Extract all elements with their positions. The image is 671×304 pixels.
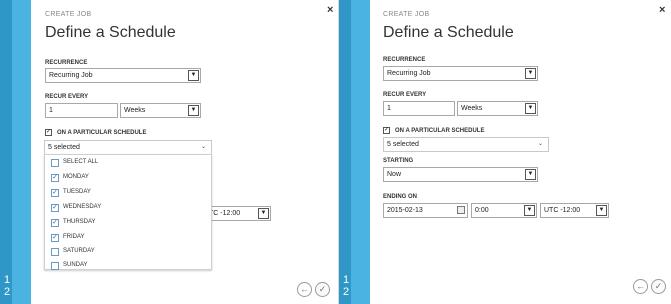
chevron-down-icon: ▼ (258, 208, 269, 219)
day-option-label: SATURDAY (63, 248, 95, 254)
back-arrow-icon[interactable]: ← (633, 279, 648, 294)
page-title: Define a Schedule (45, 24, 176, 41)
day-checkbox[interactable] (51, 262, 59, 270)
ending-timezone-select[interactable]: UTC -12:00 ▼ (540, 203, 609, 218)
step-sidebar-stripe (339, 0, 351, 304)
recur-every-value: 1 (49, 107, 53, 114)
chevron-down-icon: ▼ (188, 105, 199, 116)
starting-select[interactable]: Now ▼ (383, 167, 538, 182)
recurrence-value: Recurring Job (387, 70, 431, 77)
day-option-label: MONDAY (63, 174, 89, 180)
recur-every-input[interactable]: 1 (45, 103, 118, 118)
particular-schedule-checkbox[interactable]: ✓ (45, 129, 52, 136)
chevron-down-icon: ⌄ (200, 144, 206, 150)
recurrence-select[interactable]: Recurring Job ▼ (45, 68, 201, 83)
day-option-label: THURSDAY (63, 219, 96, 225)
recur-unit-select[interactable]: Weeks ▼ (457, 101, 538, 116)
ending-time-value: 0:00 (475, 207, 489, 214)
recurrence-value: Recurring Job (49, 72, 93, 79)
day-checkbox[interactable] (51, 248, 59, 256)
step-sidebar: 12 (0, 0, 31, 304)
close-icon[interactable]: × (327, 4, 333, 16)
wizard-panel-left: 12 × CREATE JOB Define a Schedule RECURR… (0, 0, 337, 304)
day-checkbox[interactable]: ✓ (51, 189, 59, 197)
checkmark-icon[interactable]: ✓ (315, 282, 330, 297)
day-option-label: SUNDAY (63, 262, 88, 268)
recur-every-label: RECUR EVERY (383, 92, 427, 98)
chevron-down-icon: ▼ (596, 205, 607, 216)
day-checkbox[interactable]: ✓ (51, 234, 59, 242)
recur-every-label: RECUR EVERY (45, 94, 89, 100)
day-option-label: WEDNESDAY (63, 204, 102, 210)
chevron-down-icon: ⌄ (537, 141, 543, 147)
recur-unit-select[interactable]: Weeks ▼ (120, 103, 201, 118)
step-1[interactable]: 1 (4, 274, 10, 286)
particular-schedule-label: ON A PARTICULAR SCHEDULE (395, 128, 485, 134)
day-checkbox[interactable]: ✓ (51, 204, 59, 212)
days-dropdown-list: SELECT ALL ✓ MONDAY ✓ TUESDAY ✓ WEDNESDA… (44, 154, 212, 270)
step-1[interactable]: 1 (343, 274, 349, 286)
recur-every-input[interactable]: 1 (383, 101, 455, 116)
recur-unit-value: Weeks (124, 107, 146, 114)
ending-date-input[interactable]: 2015-02-13 (383, 203, 468, 218)
day-checkbox[interactable]: ✓ (51, 174, 59, 182)
starting-value: Now (387, 171, 402, 178)
chevron-down-icon: ▼ (525, 169, 536, 180)
day-option-label: SELECT ALL (63, 159, 99, 165)
recurrence-select[interactable]: Recurring Job ▼ (383, 66, 538, 81)
breadcrumb: CREATE JOB (45, 11, 92, 18)
breadcrumb: CREATE JOB (383, 11, 430, 18)
step-sidebar-stripe (0, 0, 12, 304)
recur-every-value: 1 (387, 105, 391, 112)
ending-time-select[interactable]: 0:00 ▼ (471, 203, 537, 218)
ending-timezone-partial-value: TC -12:00 (209, 210, 241, 217)
chevron-down-icon: ▼ (525, 68, 536, 79)
ending-label: ENDING ON (383, 194, 418, 200)
day-option-label: FRIDAY (63, 234, 85, 240)
day-checkbox[interactable]: ✓ (51, 219, 59, 227)
page-title: Define a Schedule (383, 24, 514, 41)
days-selected-value: 5 selected (48, 144, 80, 151)
step-2[interactable]: 2 (4, 286, 10, 298)
ending-date-value: 2015-02-13 (387, 207, 423, 214)
close-icon[interactable]: × (659, 4, 665, 16)
step-2[interactable]: 2 (343, 286, 349, 298)
step-indicators: 12 (343, 274, 370, 298)
chevron-down-icon: ▼ (525, 103, 536, 114)
back-arrow-icon[interactable]: ← (297, 282, 312, 297)
ending-timezone-value: UTC -12:00 (544, 207, 581, 214)
step-indicators: 12 (4, 274, 31, 298)
checkmark-icon[interactable]: ✓ (651, 279, 666, 294)
starting-label: STARTING (383, 158, 414, 164)
chevron-down-icon: ▼ (188, 70, 199, 81)
days-multiselect[interactable]: 5 selected ⌄ (44, 140, 212, 155)
wizard-panel-right: 12 × CREATE JOB Define a Schedule RECURR… (338, 0, 671, 304)
days-multiselect[interactable]: 5 selected ⌄ (383, 137, 549, 152)
step-sidebar: 12 (339, 0, 370, 304)
recurrence-label: RECURRENCE (45, 60, 88, 66)
recur-unit-value: Weeks (461, 105, 483, 112)
day-option-label: TUESDAY (63, 189, 91, 195)
day-checkbox[interactable] (51, 159, 59, 167)
particular-schedule-checkbox[interactable]: ✓ (383, 127, 390, 134)
recurrence-label: RECURRENCE (383, 57, 426, 63)
days-selected-value: 5 selected (387, 141, 419, 148)
ending-timezone-select-partial[interactable]: TC -12:00 ▼ (205, 206, 271, 221)
chevron-down-icon: ▼ (524, 205, 535, 216)
particular-schedule-label: ON A PARTICULAR SCHEDULE (57, 130, 147, 136)
calendar-icon[interactable] (457, 206, 465, 214)
